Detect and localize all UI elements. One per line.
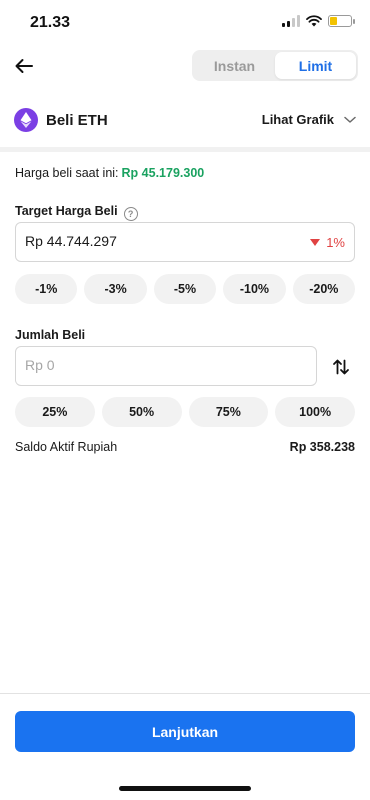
chip-25[interactable]: 25% <box>15 397 95 427</box>
chip-minus-5[interactable]: -5% <box>153 274 217 304</box>
chevron-down-icon <box>344 116 356 123</box>
arrow-left-icon <box>15 59 33 73</box>
help-icon[interactable]: ? <box>123 207 138 221</box>
home-indicator <box>119 786 251 791</box>
chip-100[interactable]: 100% <box>275 397 355 427</box>
chip-50[interactable]: 50% <box>101 397 182 427</box>
chip-minus-1[interactable]: -1% <box>15 274 78 304</box>
target-price-heading: Target Harga Beli? <box>15 204 138 221</box>
status-time: 21.33 <box>30 14 71 31</box>
target-price-input[interactable] <box>25 233 255 249</box>
current-price: Harga beli saat ini: Rp 45.179.300 <box>15 166 204 180</box>
battery-icon <box>328 15 355 27</box>
target-price-label: Target Harga Beli <box>15 204 118 218</box>
chip-minus-3[interactable]: -3% <box>84 274 147 304</box>
continue-button[interactable]: Lanjutkan <box>15 711 355 752</box>
balance-row: Saldo Aktif Rupiah Rp 358.238 <box>15 440 355 454</box>
bottom-divider <box>0 693 370 694</box>
amount-percent-chips: 25% 50% 75% 100% <box>15 397 355 427</box>
balance-label: Saldo Aktif Rupiah <box>15 440 118 454</box>
back-button[interactable] <box>10 52 38 80</box>
signal-icon <box>282 15 300 27</box>
view-chart-label: Lihat Grafik <box>261 112 334 127</box>
chip-minus-10[interactable]: -10% <box>223 274 286 304</box>
status-icons <box>282 15 355 27</box>
target-percent-chips: -1% -3% -5% -10% -20% <box>15 274 356 304</box>
swap-vertical-icon <box>333 359 349 375</box>
chip-minus-20[interactable]: -20% <box>292 274 356 304</box>
triangle-down-icon <box>310 239 321 246</box>
status-bar: 21.33 <box>0 0 370 44</box>
price-change: 1% <box>310 235 345 250</box>
amount-field <box>15 346 317 386</box>
wifi-icon <box>306 15 322 27</box>
current-price-label: Harga beli saat ini: <box>15 166 119 180</box>
asset-row: Beli ETH Lihat Grafik <box>0 104 370 138</box>
balance-value: Rp 358.238 <box>289 440 355 454</box>
current-price-value: Rp 45.179.300 <box>121 166 205 180</box>
amount-input[interactable] <box>25 357 255 373</box>
ethereum-icon <box>14 108 38 132</box>
amount-label: Jumlah Beli <box>15 328 86 342</box>
amount-heading: Jumlah Beli <box>15 328 85 342</box>
swap-button[interactable] <box>330 356 352 378</box>
target-price-field: 1% <box>15 222 355 262</box>
tab-instan[interactable]: Instan <box>194 52 275 79</box>
price-change-value: 1% <box>326 235 345 250</box>
chip-75[interactable]: 75% <box>188 397 269 427</box>
section-divider <box>0 147 370 152</box>
header: Instan Limit <box>0 44 370 88</box>
view-chart-link[interactable]: Lihat Grafik <box>262 112 356 127</box>
order-type-toggle: Instan Limit <box>192 50 358 81</box>
page-title: Beli ETH <box>46 112 108 129</box>
tab-limit[interactable]: Limit <box>275 52 356 79</box>
